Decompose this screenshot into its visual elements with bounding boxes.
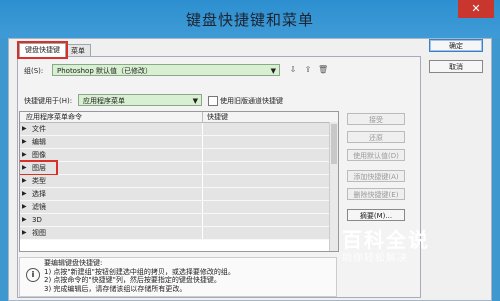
expand-triangle-icon[interactable]: ▶ — [22, 149, 27, 161]
legacy-channel-label: 使用旧版通道快捷键 — [220, 97, 283, 105]
table-row[interactable]: ▶ 类型 — [20, 175, 338, 188]
watermark-title: 百科全说 — [342, 228, 430, 252]
row-label: 图层 — [32, 164, 46, 172]
table-row-highlighted[interactable]: ▶ 图层 — [20, 160, 338, 176]
row-label: 选择 — [32, 190, 46, 198]
info-heading: 要编辑键盘快捷键: — [44, 259, 103, 267]
chevron-down-icon: ▼ — [192, 97, 198, 105]
row-label: 文件 — [32, 125, 46, 133]
new-set-icon[interactable]: ⇪ — [303, 65, 313, 75]
set-dropdown-value: Photoshop 默认值（已修改） — [57, 67, 153, 75]
legacy-channel-checkbox[interactable] — [208, 96, 218, 106]
info-step-2: 2) 点按命令的"快捷键"列，然后按要指定的键盘快捷键。 — [44, 276, 221, 284]
delete-shortcut-button[interactable]: 删除快捷键(E) — [347, 188, 405, 200]
column-header-command[interactable]: 应用程序菜单命令 — [26, 112, 82, 122]
expand-triangle-icon[interactable]: ▶ — [22, 123, 27, 135]
shortcuts-for-dropdown[interactable]: 应用程序菜单 ▼ — [78, 94, 202, 106]
expand-triangle-icon[interactable]: ▶ — [22, 214, 27, 226]
column-header-shortcut[interactable]: 快捷键 — [202, 112, 228, 122]
info-text: 要编辑键盘快捷键: 1) 点按"新建组"按钮创建选中组的拷贝，或选择要修改的组。… — [44, 259, 235, 293]
table-header: 应用程序菜单命令 快捷键 — [20, 112, 338, 123]
table-scrollbar[interactable] — [329, 122, 338, 251]
tab-keyboard-shortcuts[interactable]: 键盘快捷键 — [17, 41, 68, 59]
title-bar: 键盘快捷键和菜单 ✕ — [0, 0, 500, 38]
set-dropdown[interactable]: Photoshop 默认值（已修改） ▼ — [52, 64, 280, 76]
table-row[interactable]: ▶ 图像 — [20, 149, 338, 162]
undo-button[interactable]: 还原 — [347, 131, 405, 143]
expand-triangle-icon[interactable]: ▶ — [22, 201, 27, 213]
scrollbar-thumb[interactable] — [331, 124, 337, 164]
shortcuts-table: 应用程序菜单命令 快捷键 ▶ 文件 ▶ 编辑 ▶ 图像 ▶ 图层 ▶ 类型 ▶ 选择 ▶ 滤镜… — [19, 111, 339, 252]
expand-triangle-icon[interactable]: ▶ — [22, 136, 27, 148]
info-step-3: 3) 完成编辑后，请存储该组以存储所有更改。 — [44, 284, 187, 293]
table-row[interactable]: ▶ 视图 — [20, 227, 338, 240]
table-row[interactable]: ▶ 3D — [20, 214, 338, 227]
window-title: 键盘快捷键和菜单 — [185, 11, 314, 29]
ok-button[interactable]: 确定 — [429, 39, 483, 52]
watermark-subtitle: 助你轻松解决 — [342, 253, 408, 264]
table-row[interactable]: ▶ 滤镜 — [20, 201, 338, 214]
info-box: i 要编辑键盘快捷键: 1) 点按"新建组"按钮创建选中组的拷贝，或选择要修改的… — [19, 257, 337, 297]
set-label: 组(S): — [24, 67, 44, 75]
row-label: 视图 — [32, 229, 46, 237]
row-label: 3D — [32, 216, 42, 224]
table-row[interactable]: ▶ 文件 — [20, 123, 338, 136]
row-label: 编辑 — [32, 138, 46, 146]
info-step-1: 1) 点按"新建组"按钮创建选中组的拷贝，或选择要修改的组。 — [44, 267, 235, 276]
accept-button[interactable]: 接受 — [347, 113, 405, 125]
expand-triangle-icon[interactable]: ▶ — [22, 188, 27, 200]
summarize-button[interactable]: 摘要(M)... — [347, 209, 405, 221]
expand-triangle-icon[interactable]: ▶ — [22, 227, 27, 239]
info-icon: i — [26, 268, 40, 282]
watermark: 百科全说 助你轻松解决 — [342, 228, 462, 274]
row-label: 滤镜 — [32, 203, 46, 211]
close-button[interactable]: ✕ — [458, 0, 494, 18]
save-set-icon[interactable]: ⇩ — [288, 65, 298, 75]
shortcuts-for-value: 应用程序菜单 — [83, 97, 125, 105]
delete-set-icon[interactable]: 🗑 — [318, 65, 328, 75]
use-default-button[interactable]: 使用默认值(D) — [347, 149, 405, 161]
chevron-down-icon: ▼ — [270, 67, 276, 75]
table-row[interactable]: ▶ 编辑 — [20, 136, 338, 149]
expand-triangle-icon[interactable]: ▶ — [22, 175, 27, 187]
shortcuts-for-label: 快捷键用于(H): — [24, 97, 73, 105]
table-row[interactable]: ▶ 选择 — [20, 188, 338, 201]
row-label: 类型 — [32, 177, 46, 185]
expand-triangle-icon[interactable]: ▶ — [22, 162, 27, 174]
add-shortcut-button[interactable]: 添加快捷键(A) — [347, 170, 405, 182]
cancel-button[interactable]: 取消 — [429, 60, 483, 73]
row-label: 图像 — [32, 151, 46, 159]
